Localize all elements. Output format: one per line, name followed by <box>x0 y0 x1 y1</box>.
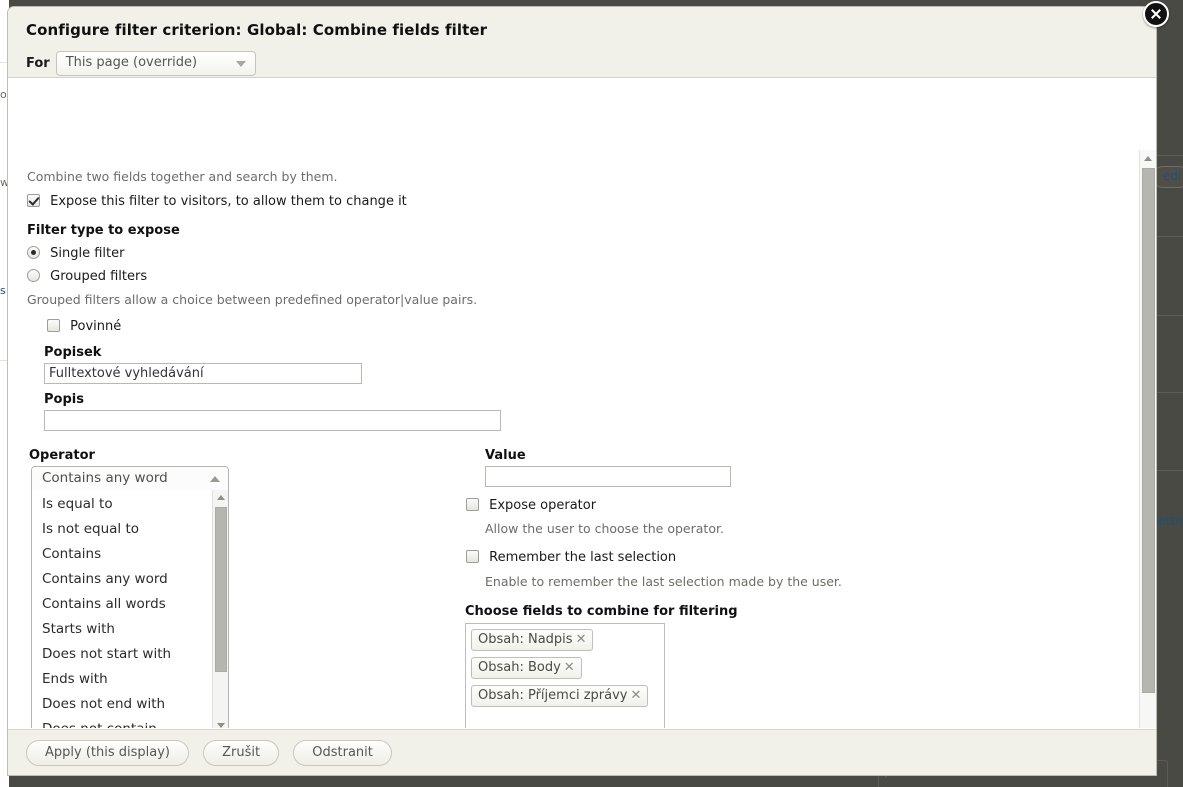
scrollbar-thumb[interactable] <box>215 507 227 672</box>
choose-fields-heading: Choose fields to combine for filtering <box>465 604 738 619</box>
operator-option[interactable]: Is equal to <box>32 492 228 517</box>
filter-type-heading: Filter type to expose <box>27 223 180 238</box>
remove-button[interactable]: Odstranit <box>293 740 392 766</box>
single-filter-label: Single filter <box>50 246 125 261</box>
field-chip[interactable]: Obsah: Příjemci zprávy ✕ <box>471 685 649 707</box>
configure-filter-modal: Configure filter criterion: Global: Comb… <box>8 1 1169 775</box>
for-display-select[interactable]: This page (override) <box>55 51 256 76</box>
operator-option[interactable]: Starts with <box>32 617 228 642</box>
required-row[interactable]: Povinné <box>47 319 121 334</box>
operator-option[interactable]: Does not contain <box>32 717 228 728</box>
remove-chip-icon[interactable]: ✕ <box>564 660 575 675</box>
for-row: For This page (override) <box>26 51 256 76</box>
required-label: Povinné <box>70 319 122 334</box>
radio-single-filter[interactable]: Single filter <box>27 246 124 261</box>
operator-option[interactable]: Does not start with <box>32 642 228 667</box>
filter-description: Combine two fields together and search b… <box>27 169 338 184</box>
remember-selection-help: Enable to remember the last selection ma… <box>485 574 842 589</box>
modal-header: Configure filter criterion: Global: Comb… <box>8 1 1169 78</box>
popis-heading: Popis <box>44 392 84 407</box>
background-edit-button[interactable]: edi <box>1152 166 1183 188</box>
operator-option[interactable]: Contains all words <box>32 592 228 617</box>
expose-filter-label: Expose this filter to visitors, to allow… <box>50 194 407 209</box>
grouped-filters-label: Grouped filters <box>50 269 148 284</box>
popis-input[interactable] <box>44 410 501 431</box>
expose-filter-checkbox[interactable] <box>27 194 40 207</box>
expose-operator-label: Expose operator <box>489 498 597 513</box>
chevron-down-icon <box>235 61 246 67</box>
page-title: Configure filter criterion: Global: Comb… <box>26 21 488 39</box>
remember-selection-checkbox[interactable] <box>466 550 479 563</box>
modal-scrollbar[interactable] <box>1139 150 1156 728</box>
expose-filter-row[interactable]: Expose this filter to visitors, to allow… <box>27 194 407 209</box>
chevron-up-icon <box>210 476 220 482</box>
modal-footer: Apply (this display) Zrušit Odstranit <box>8 729 1156 775</box>
for-display-value: This page (override) <box>65 55 198 70</box>
operator-option[interactable]: Contains <box>32 542 228 567</box>
expose-operator-help: Allow the user to choose the operator. <box>485 521 724 536</box>
scroll-up-icon[interactable] <box>217 495 225 500</box>
operator-selected-value[interactable]: Contains any word <box>32 467 228 490</box>
close-icon[interactable] <box>1143 1 1169 27</box>
field-chip-label: Obsah: Nadpis <box>478 632 573 647</box>
operator-select[interactable]: Contains any word Is equal to Is not equ… <box>31 466 229 728</box>
operator-option[interactable]: Is not equal to <box>32 517 228 542</box>
field-chip[interactable]: Obsah: Body ✕ <box>471 657 582 679</box>
required-checkbox[interactable] <box>47 319 60 332</box>
remove-chip-icon[interactable]: ✕ <box>576 632 587 647</box>
operator-options-container: Is equal to Is not equal to Contains Con… <box>32 490 228 728</box>
operator-option[interactable]: Contains any word <box>32 567 228 592</box>
scroll-up-icon[interactable] <box>1144 156 1152 161</box>
operator-option[interactable]: Does not end with <box>32 692 228 717</box>
operator-option-list[interactable]: Is equal to Is not equal to Contains Con… <box>32 490 228 728</box>
scrollbar-thumb[interactable] <box>1142 168 1155 693</box>
single-filter-radio[interactable] <box>27 246 40 259</box>
operator-list-scrollbar[interactable] <box>212 490 228 728</box>
expose-operator-checkbox[interactable] <box>466 498 479 511</box>
operator-option[interactable]: Ends with <box>32 667 228 692</box>
modal-body: Combine two fields together and search b… <box>8 78 1156 728</box>
field-chip-label: Obsah: Body <box>478 660 561 675</box>
popisek-heading: Popisek <box>44 345 102 360</box>
remember-selection-label: Remember the last selection <box>489 550 677 565</box>
expose-operator-row[interactable]: Expose operator <box>466 498 596 513</box>
choose-fields-box[interactable]: Obsah: Nadpis ✕ Obsah: Body ✕ Obsah: Příje… <box>465 623 665 728</box>
cancel-button[interactable]: Zrušit <box>203 740 280 766</box>
value-heading: Value <box>485 448 526 463</box>
grouped-filters-radio[interactable] <box>27 269 40 282</box>
operator-heading: Operator <box>29 448 95 463</box>
field-chip-label: Obsah: Příjemci zprávy <box>478 688 628 703</box>
value-input[interactable] <box>485 466 731 487</box>
for-label: For <box>26 56 50 71</box>
remove-chip-icon[interactable]: ✕ <box>630 688 641 703</box>
remember-selection-row[interactable]: Remember the last selection <box>466 550 676 565</box>
popisek-input[interactable] <box>44 363 362 384</box>
operator-selected-label: Contains any word <box>42 470 168 486</box>
field-chip[interactable]: Obsah: Nadpis ✕ <box>471 629 594 651</box>
grouped-filters-help: Grouped filters allow a choice between p… <box>27 292 478 307</box>
radio-grouped-filters[interactable]: Grouped filters <box>27 269 147 284</box>
scroll-down-icon[interactable] <box>217 723 225 728</box>
modal-body-inner: Combine two fields together and search b… <box>8 78 1136 728</box>
apply-button[interactable]: Apply (this display) <box>26 740 189 766</box>
